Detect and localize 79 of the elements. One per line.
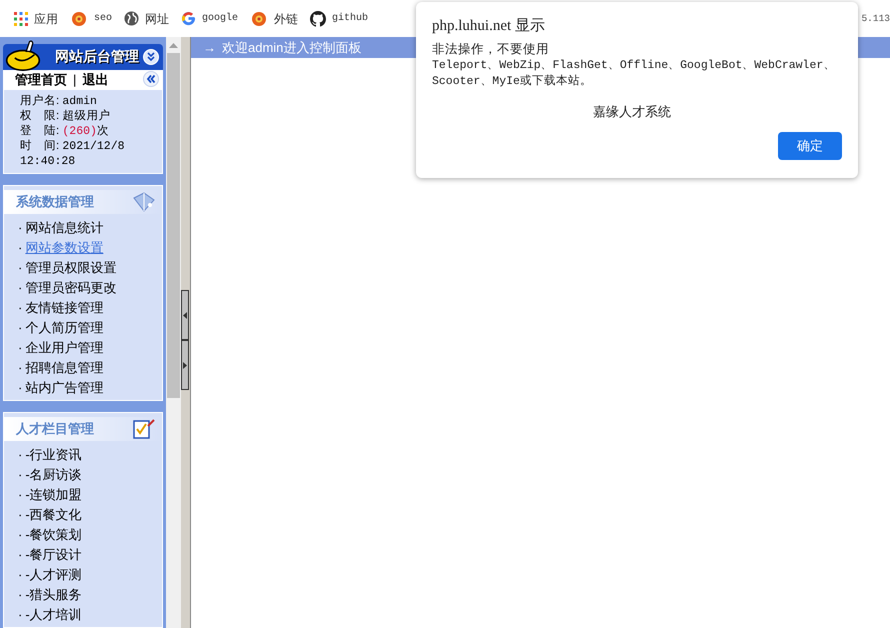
user-info-line: 时 间: 2021/12/8 12:40:28 (20, 139, 126, 169)
collapse-left-button[interactable] (181, 290, 189, 340)
bookmark-label: 应用 (34, 10, 58, 28)
bullet-text: · (18, 566, 22, 584)
bookmark-label: 网址 (145, 10, 170, 28)
menu-link[interactable]: 网站参数设置 (25, 238, 104, 258)
bookmark-item[interactable]: 外链 (248, 10, 300, 28)
menu-link[interactable]: -餐饮策划 (25, 525, 82, 545)
dialog-title: php.luhui.net 显示 (432, 17, 546, 36)
flower-icon (70, 10, 88, 26)
bullet-text: · (18, 526, 22, 544)
user-info-line: 用户名: admin (20, 94, 98, 109)
sidebar-tab[interactable]: 管理首页 (15, 70, 67, 89)
menu-link[interactable]: 站内广告管理 (25, 378, 104, 398)
bullet-text: · (18, 486, 22, 504)
menu-link[interactable]: -人才评测 (25, 565, 82, 585)
collapse-icon[interactable] (143, 48, 159, 64)
menu-link[interactable]: 友情链接管理 (25, 298, 104, 318)
bullet-text: · (18, 239, 22, 258)
user-info-line: 登 陆: (260)次 (20, 124, 110, 139)
bullet-text: · (18, 299, 22, 318)
bullet-text: · (18, 379, 22, 398)
bookmark-item[interactable]: 应用 (12, 10, 60, 28)
bullet-text: · (18, 339, 22, 358)
sidebar-tab[interactable]: 退出 (82, 70, 108, 89)
menu-panel-title: 人才栏目管理 (16, 420, 94, 438)
bullet-text: · (18, 506, 22, 524)
menu-link[interactable]: -人才培训 (25, 605, 82, 625)
menu-link[interactable]: 个人简历管理 (25, 318, 104, 338)
bookmark-item[interactable]: 网址 (122, 10, 172, 28)
welcome-text: 欢迎admin进入控制面板 (222, 38, 362, 57)
bullet-text: · (18, 586, 22, 604)
arrow-text: → (203, 38, 216, 57)
ok-button[interactable]: 确定 (778, 132, 842, 160)
bookmark-label: github (332, 12, 368, 26)
menu-link[interactable]: -餐厅设计 (25, 545, 82, 565)
globe-icon (124, 11, 140, 26)
bullet-text: · (18, 606, 22, 624)
menu-panel-title: 系统数据管理 (16, 193, 94, 212)
bullet-text: · (18, 466, 22, 484)
double-left-icon[interactable] (143, 71, 159, 88)
left-triangle-icon (183, 312, 187, 318)
bookmark-label: seo (94, 12, 112, 26)
scrollbar-thumb[interactable] (167, 53, 180, 398)
right-triangle-icon (183, 362, 187, 368)
bullet-text: · (18, 219, 22, 238)
menu-link[interactable]: 企业用户管理 (25, 338, 104, 358)
bullet-text: · (18, 259, 22, 278)
menu-link[interactable]: -连锁加盟 (25, 485, 82, 505)
bookmark-item[interactable]: seo (68, 10, 114, 26)
apps-grid-icon (14, 12, 28, 26)
google-g-icon (181, 11, 196, 26)
bullet-text: · (18, 446, 22, 464)
menu-link[interactable]: 网站信息统计 (25, 218, 104, 238)
menu-link[interactable]: -行业资讯 (25, 445, 82, 465)
dialog-message: 非法操作，不要使用 Teleport、WebZip、FlashGet、Offline、GoogleBot、WebCrawler、 Scooter、MyIe或下载本站。 (432, 41, 836, 90)
menu-link[interactable]: -西餐文化 (25, 505, 82, 525)
dialog-signature: 嘉缘人才系统 (593, 103, 671, 121)
bullet-text: · (18, 319, 22, 338)
bookmark-item[interactable]: google (179, 11, 240, 26)
bullet-text: · (18, 279, 22, 298)
github-icon (310, 10, 326, 26)
bookmark-label: 外链 (274, 10, 298, 28)
bookmark-item[interactable]: github (308, 10, 370, 26)
bullet-text: · (18, 546, 22, 564)
user-info-line: 权 限: 超级用户 (20, 109, 112, 124)
menu-link[interactable]: 招聘信息管理 (25, 358, 104, 378)
sidebar-title: 网站后台管理 (55, 47, 139, 66)
address-text: 5.113 (861, 12, 890, 26)
menu-link[interactable]: 管理员权限设置 (25, 258, 116, 278)
tab-separator: | (73, 70, 76, 89)
checklist-pen-icon (132, 418, 156, 440)
menu-link[interactable]: 管理员密码更改 (25, 278, 116, 298)
menu-link[interactable]: -名厨访谈 (25, 465, 82, 485)
expand-right-button[interactable] (181, 340, 189, 390)
menu-link[interactable]: -猎头服务 (25, 585, 82, 605)
bookmark-label: google (202, 12, 238, 26)
flower-icon (250, 10, 268, 26)
bullet-text: · (18, 359, 22, 378)
